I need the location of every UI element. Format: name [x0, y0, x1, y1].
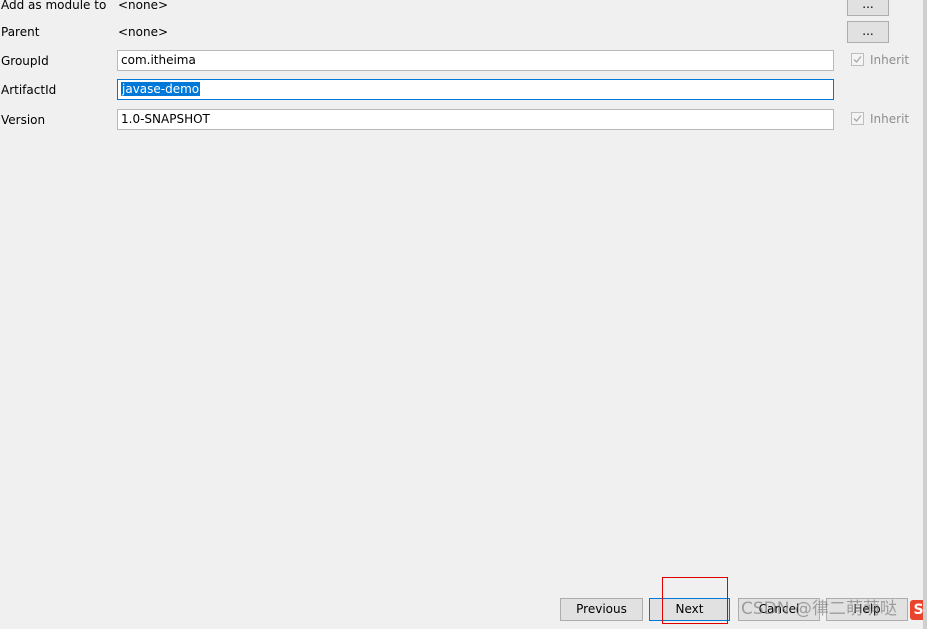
- group-id-inherit-checkbox[interactable]: Inherit: [851, 52, 909, 68]
- artifact-id-input-text: javase-demo: [121, 82, 201, 96]
- new-project-dialog: Add as module to <none> ... Parent <none…: [0, 0, 927, 629]
- csdn-watermark: CSDN @律二萌萌哒: [741, 599, 897, 619]
- artifact-id-input[interactable]: javase-demo: [117, 79, 834, 100]
- add-as-module-to-label: Add as module to: [1, 0, 107, 12]
- add-as-module-browse-button[interactable]: ...: [847, 0, 889, 16]
- group-id-input[interactable]: com.itheima: [117, 50, 834, 71]
- parent-label: Parent: [1, 25, 40, 39]
- version-inherit-label: Inherit: [870, 112, 910, 126]
- version-inherit-checkbox[interactable]: Inherit: [851, 111, 909, 127]
- artifact-id-label: ArtifactId: [1, 83, 57, 97]
- add-as-module-to-value: <none>: [118, 0, 169, 12]
- previous-button-label: Previous: [576, 602, 627, 616]
- checkbox-checked-icon: [851, 112, 864, 125]
- version-input-text: 1.0-SNAPSHOT: [121, 112, 210, 126]
- window-right-border: [923, 0, 927, 629]
- parent-browse-button[interactable]: ...: [847, 21, 889, 43]
- group-id-input-text: com.itheima: [121, 53, 196, 67]
- annotation-highlight-box: [662, 577, 728, 624]
- previous-button[interactable]: Previous: [560, 598, 643, 621]
- group-id-inherit-label: Inherit: [870, 53, 910, 67]
- parent-value: <none>: [118, 25, 169, 39]
- group-id-label: GroupId: [1, 54, 49, 68]
- checkbox-checked-icon: [851, 53, 864, 66]
- version-input[interactable]: 1.0-SNAPSHOT: [117, 109, 834, 130]
- version-label: Version: [1, 113, 46, 127]
